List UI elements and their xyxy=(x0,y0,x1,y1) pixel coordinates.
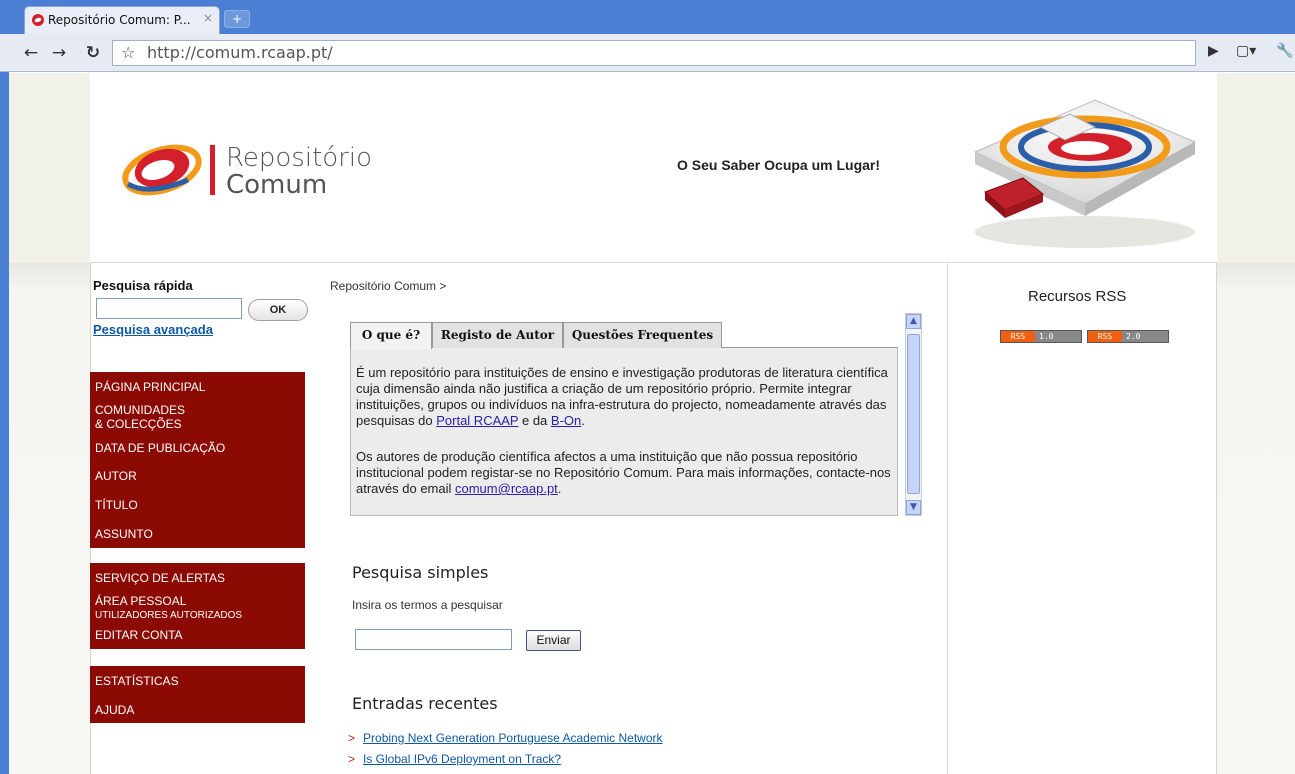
window-edge xyxy=(0,72,9,774)
scroll-up-icon[interactable]: ▲ xyxy=(906,314,921,329)
breadcrumb[interactable]: Repositório Comum > xyxy=(330,279,446,293)
menu-alerts[interactable]: SERVIÇO DE ALERTAS xyxy=(95,572,225,585)
menu-help[interactable]: AJUDA xyxy=(95,704,134,717)
logo-text: Repositório xyxy=(226,143,372,173)
menu-collections[interactable]: & COLECÇÕES xyxy=(95,418,182,431)
menu-statistics[interactable]: ESTATÍSTICAS xyxy=(95,675,179,688)
tab-what-is[interactable]: O que é? xyxy=(350,322,432,349)
menu-publication-date[interactable]: DATA DE PUBLICAÇÃO xyxy=(95,442,225,455)
email-link[interactable]: comum@rcaap.pt xyxy=(455,481,558,496)
url-text: http://comum.rcaap.pt/ xyxy=(147,43,333,62)
recent-entry-link[interactable]: Is Global IPv6 Deployment on Track? xyxy=(363,752,561,766)
menu-author[interactable]: AUTOR xyxy=(95,470,137,483)
menu-home[interactable]: PÁGINA PRINCIPAL xyxy=(95,381,205,394)
list-item: > Probing Next Generation Portuguese Acad… xyxy=(348,731,663,745)
wrench-icon[interactable]: 🔧 xyxy=(1276,43,1293,59)
tab-title: Repositório Comum: P... xyxy=(48,13,191,27)
menu-title[interactable]: TÍTULO xyxy=(95,499,138,512)
rss-2-0-badge[interactable]: RSS 2.0 xyxy=(1087,330,1169,343)
info-menu: ESTATÍSTICAS AJUDA xyxy=(90,666,305,723)
browser-tab-bar: Repositório Comum: P... × + xyxy=(0,0,1295,34)
about-paragraph: É um repositório para instituições de en… xyxy=(356,365,888,428)
repositorio-logo-icon xyxy=(122,144,202,196)
list-item: > Is Global IPv6 Deployment on Track? xyxy=(348,752,561,766)
tab-author-registration[interactable]: Registo de Autor xyxy=(432,322,563,348)
recent-entry-link[interactable]: Probing Next Generation Portuguese Acade… xyxy=(363,731,663,745)
new-tab-button[interactable]: + xyxy=(224,10,250,28)
quick-search-title: Pesquisa rápida xyxy=(93,278,193,293)
page-menu-icon[interactable]: ▢▾ xyxy=(1236,43,1256,59)
browser-toolbar: ← → ↻ ☆ http://comum.rcaap.pt/ ▶ ▢▾ 🔧 xyxy=(0,34,1295,72)
puzzle-illustration xyxy=(973,99,1197,248)
authors-paragraph: Os autores de produção científica afecto… xyxy=(356,449,891,496)
logo-subtext: Comum xyxy=(226,170,328,200)
back-arrow-icon[interactable]: ← xyxy=(20,42,42,64)
scroll-thumb[interactable] xyxy=(907,334,920,494)
browser-tab[interactable]: Repositório Comum: P... × xyxy=(24,6,220,34)
send-button[interactable]: Enviar xyxy=(526,630,581,651)
bullet-icon: > xyxy=(348,752,356,766)
recent-entries-heading: Entradas recentes xyxy=(352,694,498,713)
quick-search-input[interactable] xyxy=(96,298,242,319)
site-favicon-icon xyxy=(32,14,44,26)
address-bar[interactable]: ☆ http://comum.rcaap.pt/ xyxy=(112,40,1196,66)
menu-personal-area[interactable]: ÁREA PESSOAL xyxy=(95,595,186,608)
b-on-link[interactable]: B-On xyxy=(551,413,581,428)
quick-search-ok-button[interactable]: OK xyxy=(248,299,308,321)
reload-icon[interactable]: ↻ xyxy=(82,42,104,64)
play-icon[interactable]: ▶ xyxy=(1208,43,1219,59)
tab-panel: É um repositório para instituições de en… xyxy=(350,347,898,516)
menu-communities[interactable]: COMUNIDADES xyxy=(95,404,185,417)
rss-title: Recursos RSS xyxy=(1028,288,1127,305)
advanced-search-link[interactable]: Pesquisa avançada xyxy=(93,322,213,337)
portal-rcaap-link[interactable]: Portal RCAAP xyxy=(436,413,518,428)
logo-divider xyxy=(210,145,215,195)
simple-search-input[interactable] xyxy=(355,629,512,650)
info-tabs: É um repositório para instituições de en… xyxy=(350,322,898,516)
user-menu: SERVIÇO DE ALERTAS ÁREA PESSOAL UTILIZAD… xyxy=(90,563,305,649)
simple-search-label: Insira os termos a pesquisar xyxy=(352,598,503,612)
menu-edit-account[interactable]: EDITAR CONTA xyxy=(95,629,183,642)
rss-column xyxy=(947,263,1217,774)
slogan: O Seu Saber Ocupa um Lugar! xyxy=(677,157,881,173)
tab-faq[interactable]: Questões Frequentes xyxy=(563,322,722,348)
rss-1-0-badge[interactable]: RSS 1.0 xyxy=(1000,330,1082,343)
forward-arrow-icon[interactable]: → xyxy=(48,42,70,64)
menu-authorized-users[interactable]: UTILIZADORES AUTORIZADOS xyxy=(95,609,242,622)
tab-panel-scrollbar[interactable]: ▲ ▼ xyxy=(905,313,922,516)
menu-subject[interactable]: ASSUNTO xyxy=(95,528,153,541)
simple-search-heading: Pesquisa simples xyxy=(352,563,489,582)
scroll-down-icon[interactable]: ▼ xyxy=(906,500,921,515)
bookmark-star-icon[interactable]: ☆ xyxy=(121,43,135,62)
browse-menu: PÁGINA PRINCIPAL COMUNIDADES & COLECÇÕES… xyxy=(90,372,305,548)
bullet-icon: > xyxy=(348,731,356,745)
close-tab-icon[interactable]: × xyxy=(203,11,213,25)
